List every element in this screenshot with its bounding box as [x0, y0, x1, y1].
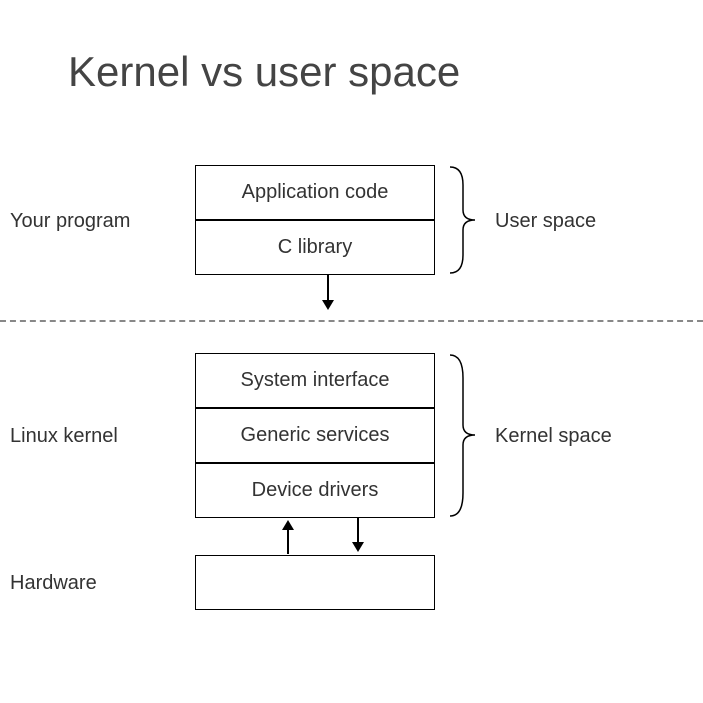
brace-user-space: [445, 165, 485, 275]
arrow-head-up: [282, 520, 294, 530]
arrow-head-down: [352, 542, 364, 552]
label-your-program: Your program: [10, 210, 130, 233]
arrow-line-1: [327, 275, 329, 303]
arrow-line-up: [287, 528, 289, 554]
box-device-drivers: Device drivers: [195, 463, 435, 518]
arrow-line-down: [357, 518, 359, 544]
label-hardware: Hardware: [10, 572, 97, 595]
box-hardware: [195, 555, 435, 610]
arrow-head-1: [322, 300, 334, 310]
diagram-title: Kernel vs user space: [68, 48, 460, 96]
box-generic-services: Generic services: [195, 408, 435, 463]
label-linux-kernel: Linux kernel: [10, 425, 118, 448]
label-kernel-space: Kernel space: [495, 425, 612, 448]
separator-line: [0, 320, 703, 322]
brace-kernel-space: [445, 353, 485, 518]
box-application-code: Application code: [195, 165, 435, 220]
box-c-library: C library: [195, 220, 435, 275]
box-system-interface: System interface: [195, 353, 435, 408]
label-user-space: User space: [495, 210, 596, 233]
